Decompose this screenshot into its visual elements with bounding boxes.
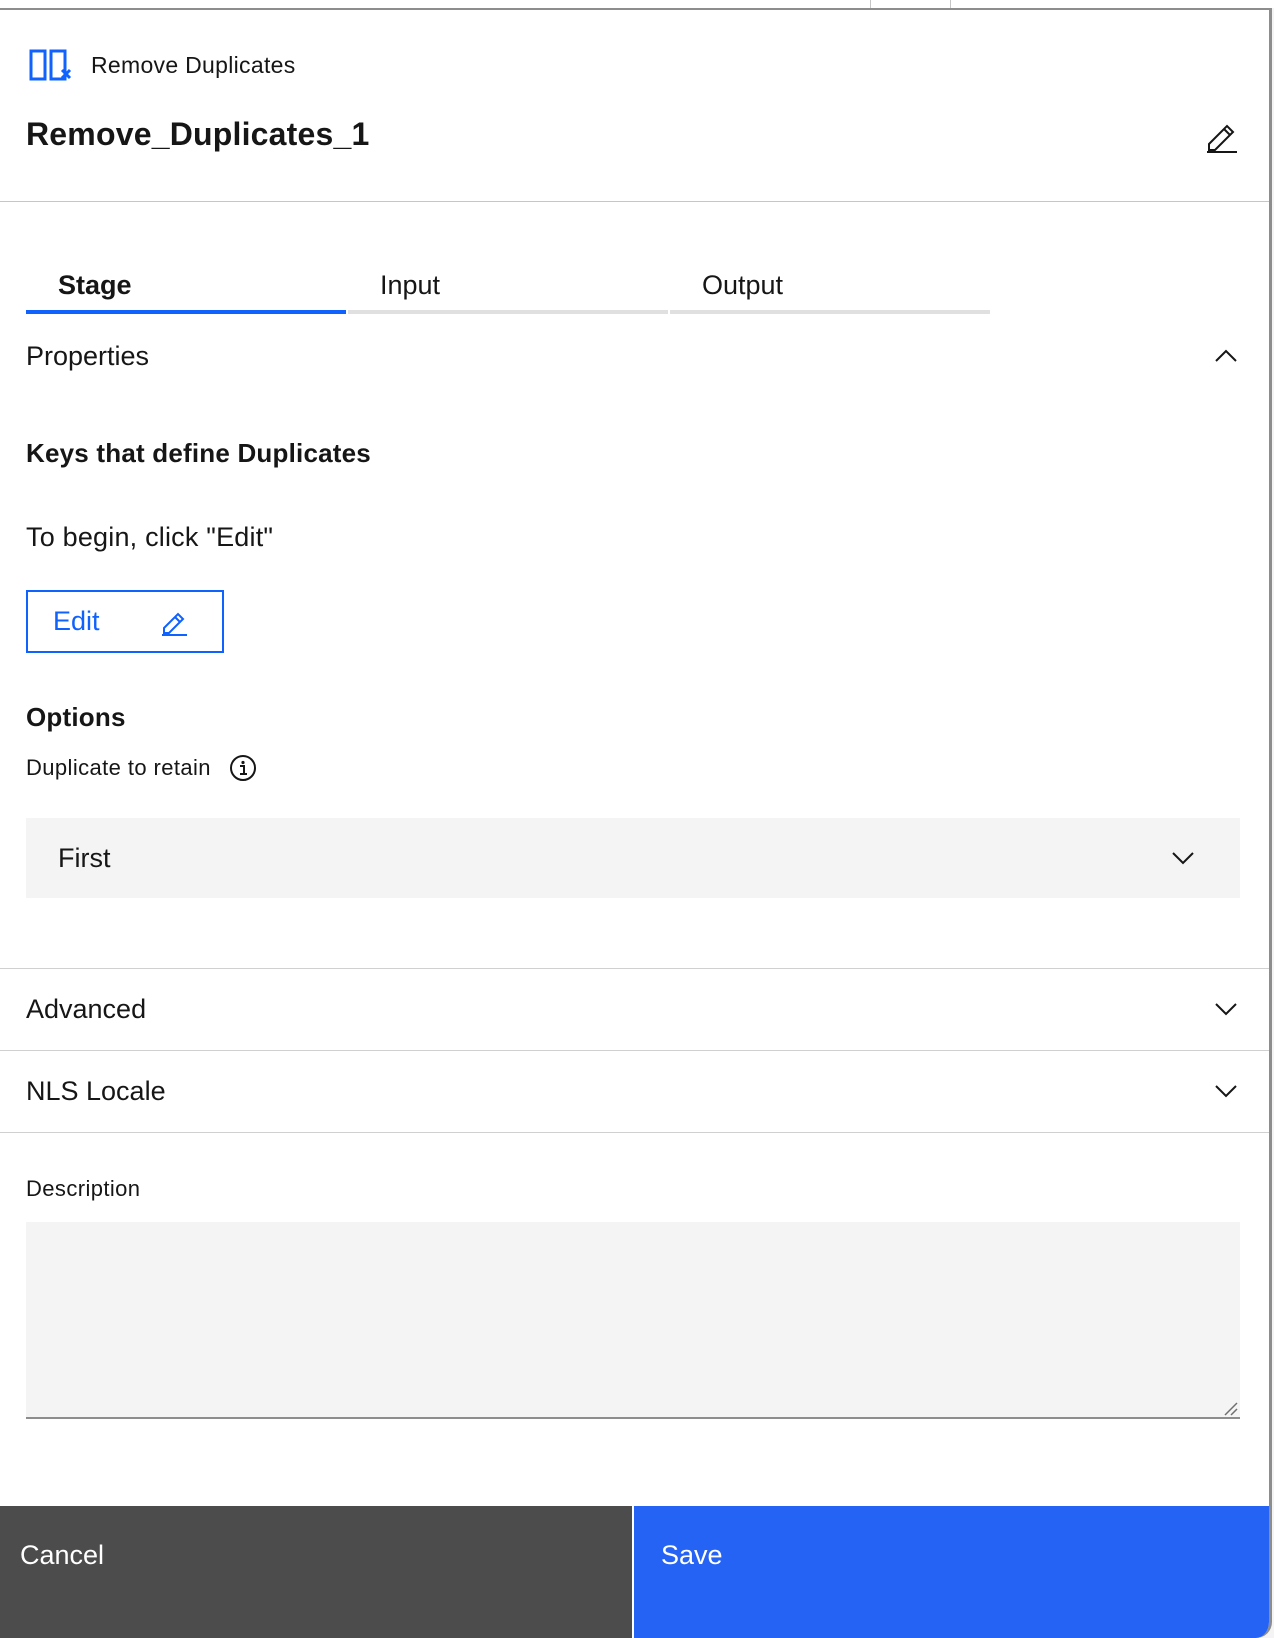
tab-input[interactable]: Input [348,256,668,314]
tab-stage[interactable]: Stage [26,256,346,314]
info-icon[interactable] [229,754,257,782]
top-edge [0,0,1274,8]
nls-locale-label: NLS Locale [26,1075,166,1106]
edit-pencil-icon [162,612,187,636]
stage-name: Remove_Duplicates_1 [26,116,370,152]
remove-duplicates-icon [29,49,72,81]
duplicate-to-retain-select[interactable]: First [26,818,1240,898]
description-label-text: Description [26,1176,141,1201]
divider [870,0,871,8]
edit-keys-button[interactable]: Edit [26,590,224,653]
advanced-accordion[interactable]: Advanced [0,969,1269,1049]
duplicate-to-retain-text: Duplicate to retain [26,755,211,780]
save-button[interactable]: Save [632,1506,1269,1638]
properties-label: Properties [26,340,150,371]
chevron-down-icon [1215,1003,1237,1016]
stage-type: Remove Duplicates [29,48,296,82]
keys-hint: To begin, click "Edit" [26,522,274,552]
chevron-down-icon [1215,1085,1237,1098]
chevron-up-icon [1215,349,1237,362]
edit-pencil-icon[interactable] [1205,120,1239,154]
options-heading: Options [26,702,126,732]
description-textarea[interactable] [26,1222,1240,1419]
edit-keys-label: Edit [53,606,100,636]
cancel-button[interactable]: Cancel [0,1506,632,1638]
stage-properties-panel: Remove Duplicates Remove_Duplicates_1 St… [0,8,1272,1638]
chevron-down-icon [1172,852,1194,865]
tab-list: Stage Input Output [26,256,992,314]
selected-value: First [58,842,111,873]
properties-accordion[interactable]: Properties [0,332,1269,380]
panel-header: Remove Duplicates Remove_Duplicates_1 [0,10,1269,202]
tab-output[interactable]: Output [670,256,990,314]
description-label: Description [26,1176,140,1202]
keys-heading: Keys that define Duplicates [26,438,371,468]
duplicate-to-retain-label: Duplicate to retain [26,754,257,782]
nls-locale-accordion[interactable]: NLS Locale [0,1051,1269,1131]
divider [950,0,951,8]
stage-type-label: Remove Duplicates [91,51,296,78]
panel-footer: Cancel Save [0,1506,1269,1638]
resize-handle-icon[interactable] [1222,1400,1238,1416]
advanced-label: Advanced [26,993,147,1024]
divider [0,1132,1269,1133]
